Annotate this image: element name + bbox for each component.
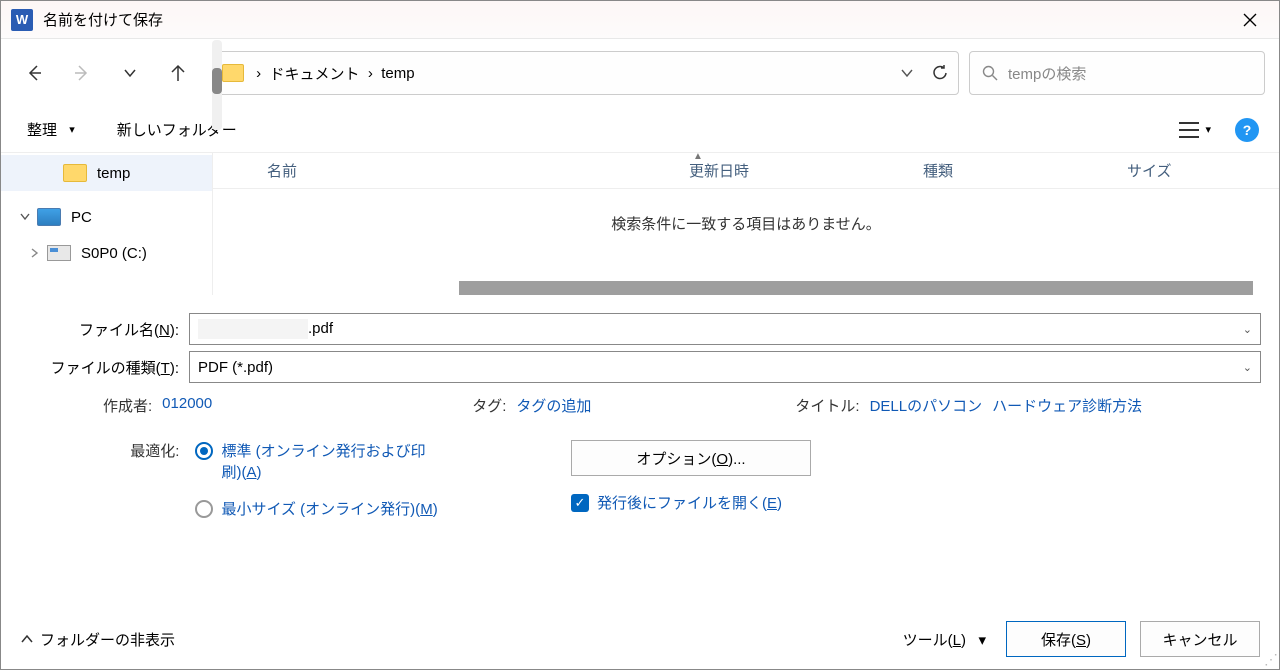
sort-indicator-icon: ▲	[693, 151, 703, 162]
drive-icon	[47, 245, 71, 261]
tools-menu[interactable]: ツール(L) ▾	[897, 625, 992, 654]
tree-item-drive-c[interactable]: S0P0 (C:)	[1, 235, 212, 271]
title-bar: W 名前を付けて保存	[1, 1, 1279, 39]
cancel-button[interactable]: キャンセル	[1140, 621, 1260, 657]
filename-label: ファイル名(N):	[19, 319, 189, 340]
breadcrumb-bar[interactable]: › ドキュメント › temp	[213, 51, 959, 95]
filename-input[interactable]: .pdf ⌄	[189, 313, 1261, 345]
forward-button[interactable]	[63, 54, 101, 92]
nav-row: › ドキュメント › temp tempの検索	[1, 39, 1279, 107]
view-dropdown[interactable]: ▾	[1205, 123, 1211, 136]
options-button[interactable]: オプション(O)...	[571, 440, 811, 476]
save-button[interactable]: 保存(S)	[1006, 621, 1126, 657]
search-placeholder: tempの検索	[1008, 63, 1086, 84]
chevron-right-icon[interactable]	[29, 247, 45, 259]
breadcrumb-dropdown[interactable]	[900, 66, 914, 80]
chevron-up-icon	[20, 632, 34, 646]
organize-menu[interactable]: 整理 ▾	[27, 119, 75, 140]
filename-dropdown-icon[interactable]: ⌄	[1243, 323, 1252, 336]
checkbox-icon: ✓	[571, 494, 589, 512]
folder-hide-toggle[interactable]: フォルダーの非表示	[20, 629, 175, 650]
filetype-select[interactable]: PDF (*.pdf) ⌄	[189, 351, 1261, 383]
breadcrumb-documents[interactable]: ドキュメント	[270, 63, 360, 84]
filetype-dropdown-icon: ⌄	[1243, 361, 1252, 374]
author-label: 作成者:	[103, 395, 152, 416]
filetype-label: ファイルの種類(T):	[19, 357, 189, 378]
radio-icon	[195, 442, 213, 460]
optimize-label: 最適化:	[129, 440, 185, 461]
radio-minimum[interactable]: 最小サイズ (オンライン発行)(M)	[195, 498, 439, 519]
metadata-row: 作成者: 012000 タグ: タグの追加 タイトル: DELLのパソコン ハー…	[19, 395, 1261, 416]
pc-icon	[37, 208, 61, 226]
view-mode-button[interactable]	[1179, 122, 1199, 138]
file-list: ▲ 名前 更新日時 種類 サイズ 検索条件に一致する項目はありません。	[213, 153, 1279, 295]
recent-button[interactable]	[111, 54, 149, 92]
column-date[interactable]: 更新日時	[675, 160, 909, 181]
folder-icon	[63, 164, 87, 182]
column-headers: 名前 更新日時 種類 サイズ	[213, 153, 1279, 189]
resize-grip[interactable]: ⋰	[1264, 654, 1278, 668]
close-icon	[1243, 13, 1257, 27]
title-value-2[interactable]: ハードウェア診断方法	[992, 395, 1142, 416]
tree-item-pc[interactable]: PC	[1, 199, 212, 235]
back-button[interactable]	[15, 54, 53, 92]
chevron-down-icon[interactable]	[19, 211, 35, 223]
column-size[interactable]: サイズ	[1113, 160, 1279, 181]
toolbar: 整理 ▾ 新しいフォルダー ▾ ?	[1, 107, 1279, 153]
fields-area: ファイル名(N): .pdf ⌄ ファイルの種類(T): PDF (*.pdf)…	[1, 295, 1279, 519]
window-title: 名前を付けて保存	[43, 9, 1227, 30]
radio-icon	[195, 500, 213, 518]
word-app-icon: W	[11, 9, 33, 31]
author-value[interactable]: 012000	[162, 395, 212, 416]
sidebar-scrollbar-thumb[interactable]	[212, 68, 222, 94]
main-area: › temp PC S0P0 (C:) ▲ 名前 更新日時 種類 サイズ 検索条…	[1, 153, 1279, 295]
help-button[interactable]: ?	[1235, 118, 1259, 142]
open-after-checkbox[interactable]: ✓ 発行後にファイルを開く(E)	[571, 492, 811, 513]
title-label: タイトル:	[795, 395, 859, 416]
optimize-section: 最適化: 標準 (オンライン発行および印刷)(A) 最小サイズ (オンライン発行…	[19, 440, 1261, 519]
search-icon	[982, 65, 998, 81]
search-box[interactable]: tempの検索	[969, 51, 1265, 95]
title-value-1[interactable]: DELLのパソコン	[870, 395, 983, 416]
bottom-bar: フォルダーの非表示 ツール(L) ▾ 保存(S) キャンセル	[0, 608, 1280, 670]
column-name[interactable]: 名前	[213, 160, 675, 181]
folder-icon	[222, 64, 244, 82]
radio-standard[interactable]: 標準 (オンライン発行および印刷)(A)	[195, 440, 439, 482]
empty-message: 検索条件に一致する項目はありません。	[213, 213, 1279, 234]
breadcrumb-temp[interactable]: temp	[381, 65, 414, 82]
column-type[interactable]: 種類	[909, 160, 1113, 181]
tag-label: タグ:	[472, 395, 506, 416]
refresh-button[interactable]	[930, 63, 950, 83]
folder-tree: › temp PC S0P0 (C:)	[1, 153, 213, 295]
tree-item-temp[interactable]: › temp	[1, 155, 212, 191]
up-button[interactable]	[159, 54, 197, 92]
close-button[interactable]	[1227, 1, 1273, 39]
tag-value[interactable]: タグの追加	[516, 395, 591, 416]
horizontal-scrollbar[interactable]	[459, 281, 1253, 295]
